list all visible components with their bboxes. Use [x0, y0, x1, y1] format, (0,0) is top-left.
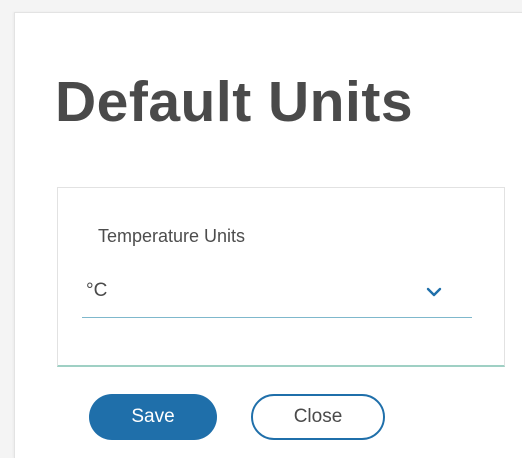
- chevron-down-icon: [426, 287, 442, 297]
- close-button[interactable]: Close: [251, 394, 385, 440]
- default-units-dialog: Default Units Temperature Units °C Save …: [14, 12, 522, 458]
- temperature-units-select[interactable]: °C: [82, 268, 472, 318]
- temperature-units-label: Temperature Units: [98, 226, 246, 246]
- temperature-units-value: °C: [86, 280, 108, 301]
- dialog-title: Default Units: [55, 70, 414, 134]
- temperature-units-card: Temperature Units °C: [57, 187, 505, 367]
- save-button[interactable]: Save: [89, 394, 217, 440]
